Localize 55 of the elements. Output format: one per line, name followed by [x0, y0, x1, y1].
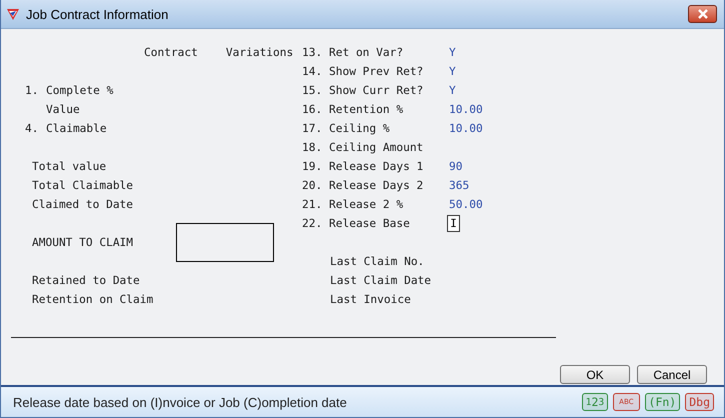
- window-title: Job Contract Information: [26, 6, 170, 22]
- field-label: Show Curr Ret?: [329, 84, 424, 97]
- dialog-button[interactable]: OK: [560, 365, 630, 384]
- field-label: Release Base: [329, 217, 411, 230]
- field-number: 18.: [302, 141, 324, 154]
- field-label: AMOUNT TO CLAIM: [32, 236, 134, 249]
- release-base-input-field[interactable]: I: [447, 215, 460, 232]
- field-value: Y: [449, 65, 456, 78]
- field-label: Last Claim Date: [330, 274, 432, 287]
- field-label: Release 2 %: [329, 198, 404, 211]
- field-label: Value: [46, 103, 80, 116]
- app-logo-icon: [6, 7, 20, 21]
- amount-input-field[interactable]: [176, 223, 274, 262]
- field-label: Claimed to Date: [32, 198, 134, 211]
- field-value: 90: [449, 160, 462, 173]
- field-number: 21.: [302, 198, 324, 211]
- field-label: Total Claimable: [32, 179, 134, 192]
- field-number: 1.: [25, 84, 40, 97]
- field-label: Claimable: [46, 122, 107, 135]
- field-label: Last Invoice: [330, 293, 411, 306]
- field-number: 19.: [302, 160, 324, 173]
- field-number: 13.: [302, 46, 324, 59]
- field-label: Total value: [32, 160, 106, 173]
- field-number: 16.: [302, 103, 324, 116]
- field-number: 15.: [302, 84, 324, 97]
- field-value: Y: [449, 84, 456, 97]
- column-header: Contract: [144, 46, 198, 59]
- field-label: Ceiling Amount: [329, 141, 424, 154]
- field-label: Release Days 1: [329, 160, 424, 173]
- field-label: Show Prev Ret?: [329, 65, 424, 78]
- dialog-button[interactable]: Cancel: [637, 365, 707, 384]
- field-label: Retention %: [329, 103, 404, 116]
- status-message: Release date based on (I)nvoice or Job (C)ompletion date: [13, 394, 348, 410]
- field-label: Ceiling %: [329, 122, 391, 135]
- field-number: 4.: [25, 122, 40, 135]
- field-number: 20.: [302, 179, 324, 192]
- field-number: 22.: [302, 217, 324, 230]
- field-label: Retained to Date: [32, 274, 140, 287]
- field-value: 50.00: [449, 198, 483, 211]
- status-indicator: (Fn): [644, 393, 680, 411]
- field-value: 10.00: [449, 103, 483, 116]
- field-value: 10.00: [449, 122, 483, 135]
- field-label: Last Claim No.: [330, 255, 424, 268]
- field-number: 14.: [302, 65, 324, 78]
- status-indicator: Dbg: [685, 393, 714, 411]
- field-label: Complete %: [46, 84, 114, 97]
- field-value: 365: [449, 179, 470, 192]
- field-label: Release Days 2: [329, 179, 424, 192]
- field-label: Retention on Claim: [32, 293, 154, 306]
- column-header: Variations: [226, 46, 294, 59]
- field-value: Y: [449, 46, 456, 59]
- close-button[interactable]: [688, 5, 717, 23]
- close-icon: [696, 9, 708, 19]
- field-number: 17.: [302, 122, 324, 135]
- field-label: Ret on Var?: [329, 46, 404, 59]
